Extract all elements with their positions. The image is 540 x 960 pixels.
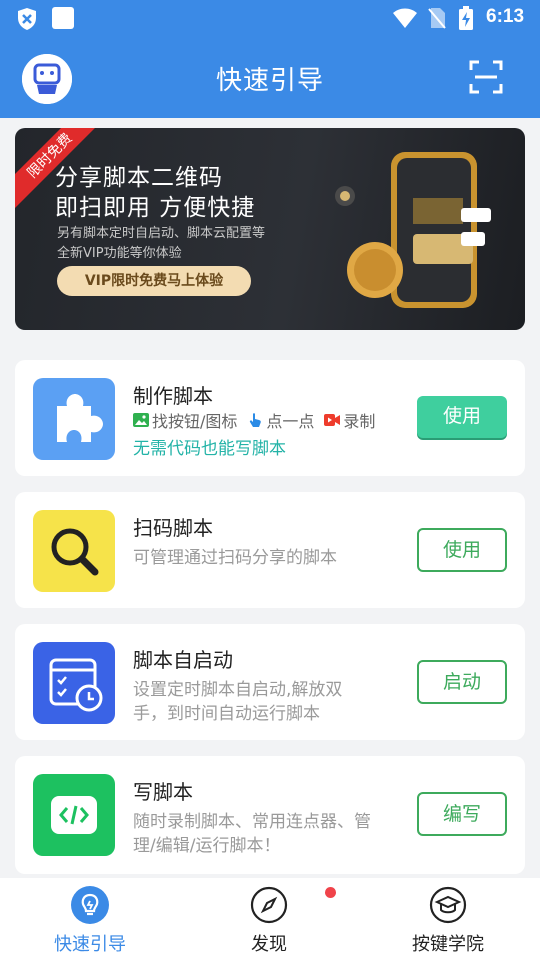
start-auto-button[interactable]: 启动 <box>417 660 507 704</box>
feature-tap: 点一点 <box>266 412 315 431</box>
feature-record: 录制 <box>343 412 376 431</box>
page-title: 快速引导 <box>215 66 324 96</box>
record-video-icon <box>324 414 341 426</box>
tab-academy[interactable]: 按键学院 <box>388 886 508 956</box>
scan-script-card[interactable]: 扫码脚本 可管理通过扫码分享的脚本 使用 <box>15 492 525 608</box>
card-title: 写脚本 <box>133 780 193 804</box>
no-sim-icon <box>428 8 446 29</box>
make-script-card[interactable]: 制作脚本 找按钮/图标 点一点 录制 无需代码也能写脚本 使用 <box>15 360 525 476</box>
shield-icon <box>18 8 36 30</box>
code-icon <box>33 774 115 856</box>
graduation-cap-icon <box>429 886 467 924</box>
lightbulb-icon <box>71 886 109 924</box>
banner-subtitle-line2: 全新VIP功能等你体验 <box>57 246 182 261</box>
schedule-clock-icon <box>33 642 115 724</box>
banner-title-line1: 分享脚本二维码 <box>55 165 223 191</box>
card-title: 扫码脚本 <box>133 516 213 540</box>
image-icon <box>133 413 149 427</box>
status-bar: 6:13 <box>0 0 540 38</box>
auto-start-card[interactable]: 脚本自启动 设置定时脚本自启动,解放双手，到时间自动运行脚本 启动 <box>15 624 525 740</box>
bottom-nav: 快速引导 发现 按键学院 <box>0 878 540 960</box>
wifi-icon <box>393 8 417 28</box>
tab-label: 快速引导 <box>54 934 126 955</box>
banner-subtitle-line1: 另有脚本定时自启动、脚本云配置等 <box>57 226 266 241</box>
scan-icon[interactable] <box>469 60 503 94</box>
tap-hand-icon <box>250 413 262 427</box>
feature-find-button: 找按钮/图标 <box>152 412 238 431</box>
tab-quick-guide[interactable]: 快速引导 <box>30 886 150 956</box>
write-script-button[interactable]: 编写 <box>417 792 507 836</box>
phone-illustration-icon <box>335 152 491 308</box>
vip-promo-banner[interactable]: 限时免费 分享脚本二维码 即扫即用 方便快捷 另有脚本定时自启动、脚本云配置等 … <box>15 128 525 330</box>
tab-label: 按键学院 <box>412 934 484 955</box>
status-time: 6:13 <box>486 6 525 27</box>
tab-label: 发现 <box>251 934 287 955</box>
battery-icon <box>459 6 473 30</box>
notification-icon <box>52 7 74 29</box>
tab-discover[interactable]: 发现 <box>209 886 329 956</box>
banner-title-line2: 即扫即用 方便快捷 <box>55 195 256 221</box>
vip-trial-button[interactable]: VIP限时免费马上体验 <box>57 266 251 296</box>
magnifier-icon <box>33 510 115 592</box>
write-script-card[interactable]: 写脚本 随时录制脚本、常用连点器、管理/编辑/运行脚本！ 编写 <box>15 756 525 874</box>
puzzle-icon <box>33 378 115 460</box>
card-title: 制作脚本 <box>133 384 213 408</box>
no-code-tagline: 无需代码也能写脚本 <box>133 439 286 459</box>
notification-badge <box>325 887 336 898</box>
compass-icon <box>250 886 288 924</box>
use-make-script-button[interactable]: 使用 <box>417 396 507 438</box>
feature-list: 找按钮/图标 点一点 录制 <box>133 408 376 431</box>
use-scan-script-button[interactable]: 使用 <box>417 528 507 572</box>
card-title: 脚本自启动 <box>133 648 233 672</box>
card-description: 可管理通过扫码分享的脚本 <box>133 548 337 568</box>
card-description: 设置定时脚本自启动,解放双手，到时间自动运行脚本 <box>133 680 343 724</box>
app-header: 6:13 快速引导 <box>0 0 540 118</box>
card-description: 随时录制脚本、常用连点器、管理/编辑/运行脚本！ <box>133 812 371 856</box>
